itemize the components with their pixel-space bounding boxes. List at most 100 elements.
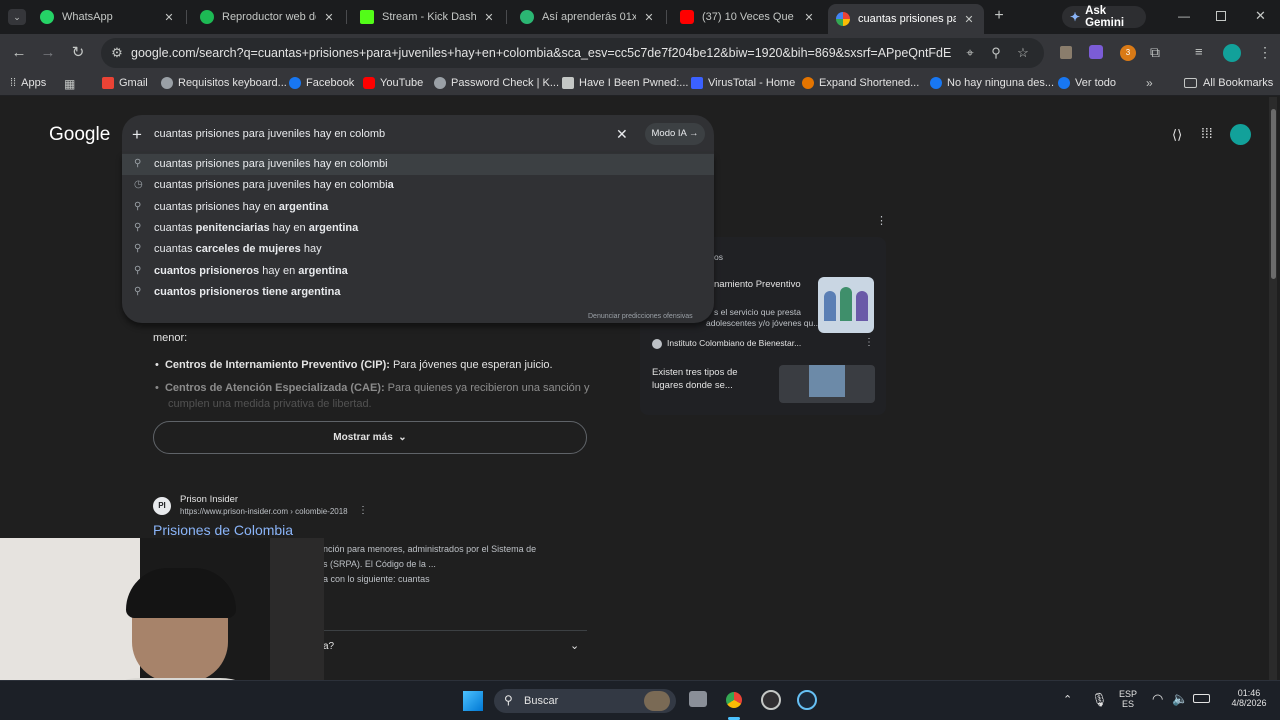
- close-icon[interactable]: ✕: [162, 11, 176, 24]
- suggestion-item[interactable]: ◷ cuantas prisiones para juveniles hay e…: [122, 175, 714, 196]
- google-apps-icon[interactable]: ⁞⁞⁞: [1201, 125, 1213, 141]
- extension-icon[interactable]: [1060, 46, 1072, 59]
- location-icon[interactable]: ⌖: [962, 45, 978, 61]
- language-indicator[interactable]: ESP ES: [1115, 689, 1141, 709]
- bookmark-youtube[interactable]: YouTube: [363, 77, 423, 89]
- bookmark-star-icon[interactable]: ☆: [1015, 45, 1031, 61]
- show-more-button[interactable]: Mostrar más ⌄: [153, 421, 587, 454]
- close-icon[interactable]: ✕: [962, 13, 976, 26]
- microphone-icon[interactable]: 🎙: [1091, 692, 1108, 708]
- modo-ia-button[interactable]: Modo IA →: [645, 123, 705, 145]
- suggestion-text: cuantas prisiones para juveniles hay en …: [154, 179, 388, 191]
- tab-google-search[interactable]: cuantas prisiones para ✕: [828, 4, 984, 34]
- extension-badge-icon[interactable]: 3: [1120, 45, 1136, 61]
- tab-youtube[interactable]: (37) 10 Veces Que Stre ✕: [672, 4, 824, 30]
- plus-icon[interactable]: +: [132, 125, 142, 145]
- restore-icon[interactable]: [1216, 11, 1226, 21]
- side-thumbnail-image[interactable]: [818, 277, 874, 333]
- bookmark-hibp[interactable]: Have I Been Pwned:...: [562, 77, 688, 89]
- site-name[interactable]: Prison Insider: [180, 494, 238, 505]
- tab-groups-icon[interactable]: ▦: [64, 77, 75, 91]
- address-bar[interactable]: ⚙ google.com/search?q=cuantas+prisiones+…: [101, 38, 1044, 68]
- puzzle-icon[interactable]: ⧉: [1150, 44, 1160, 61]
- tab-media-icon[interactable]: ≡: [1195, 44, 1203, 59]
- profile-avatar[interactable]: [1223, 44, 1241, 62]
- suggestion-item[interactable]: ⚲ cuantas carceles de mujeres hay: [122, 239, 714, 260]
- ask-gemini-button[interactable]: ✦ Ask Gemini: [1062, 5, 1146, 29]
- side-title-2a[interactable]: Existen tres tipos de: [652, 367, 738, 378]
- window-close-icon[interactable]: ✕: [1255, 8, 1266, 24]
- suggestion-item[interactable]: ⚲ cuantas prisiones para juveniles hay e…: [122, 154, 714, 175]
- bookmark-facebook[interactable]: Facebook: [289, 77, 354, 89]
- steam-taskbar-icon[interactable]: [797, 690, 817, 710]
- site-info-icon[interactable]: ⚙: [109, 45, 125, 61]
- side-title-1[interactable]: namiento Preventivo: [714, 279, 801, 290]
- tab-video[interactable]: Así aprenderás 01x06 ✕: [512, 4, 664, 30]
- translate-icon[interactable]: [1089, 45, 1103, 59]
- search-icon: ⚲: [134, 265, 142, 276]
- chrome-taskbar-icon[interactable]: [724, 690, 744, 710]
- chevron-up-icon[interactable]: ⌃: [1063, 693, 1072, 706]
- wifi-icon[interactable]: ◠: [1152, 691, 1163, 707]
- clear-icon[interactable]: ✕: [616, 126, 628, 143]
- reload-icon[interactable]: ↻: [68, 43, 88, 63]
- bookmark-apps[interactable]: ⁞⁞ Apps: [10, 77, 46, 89]
- tab-whatsapp[interactable]: WhatsApp ✕: [32, 4, 184, 30]
- bookmark-expand[interactable]: Expand Shortened...: [802, 77, 919, 89]
- chevron-right-icon[interactable]: »: [1146, 76, 1153, 90]
- site-url[interactable]: https://www.prison-insider.com › colombi…: [180, 507, 348, 516]
- more-options-icon[interactable]: ⋮: [358, 505, 368, 516]
- volume-icon[interactable]: 🔈: [1172, 691, 1188, 707]
- bookmark-keyboard[interactable]: Requisitos keyboard...: [161, 77, 287, 89]
- forward-arrow-icon[interactable]: →: [38, 43, 58, 63]
- tab-kick[interactable]: Stream - Kick Dashboa ✕: [352, 4, 504, 30]
- bullet-bold: Centros de Internamiento Preventivo (CIP…: [164, 359, 390, 371]
- google-logo[interactable]: Google: [49, 124, 110, 146]
- faq-question[interactable]: a?: [323, 641, 334, 652]
- report-predictions-link[interactable]: Denunciar predicciones ofensivas: [588, 313, 693, 320]
- search-box[interactable]: + cuantas prisiones para juveniles hay e…: [122, 115, 714, 155]
- tab-spotify[interactable]: Reproductor web de S ✕: [192, 4, 344, 30]
- scrollbar-thumb[interactable]: [1271, 109, 1276, 279]
- close-icon[interactable]: ✕: [642, 11, 656, 24]
- close-icon[interactable]: ✕: [482, 11, 496, 24]
- more-options-icon[interactable]: ⋮: [864, 337, 874, 348]
- more-options-icon[interactable]: ⋮: [876, 214, 887, 227]
- share-icon[interactable]: ⟨⟩: [1172, 127, 1182, 143]
- menu-icon[interactable]: ⋮: [1258, 44, 1272, 61]
- suggestion-item[interactable]: ⚲ cuantos prisioneros hay en argentina: [122, 261, 714, 282]
- clock[interactable]: 01:46 4/8/2026: [1224, 688, 1274, 708]
- side-thumbnail-image-2[interactable]: [779, 365, 875, 403]
- close-icon[interactable]: ✕: [802, 11, 816, 24]
- suggestion-item[interactable]: ⚲ cuantas prisiones hay en argentina: [122, 197, 714, 218]
- search-icon: ⚲: [504, 693, 513, 707]
- minimize-icon[interactable]: —: [1178, 9, 1192, 23]
- side-source[interactable]: Instituto Colombiano de Bienestar...: [667, 338, 801, 348]
- task-view-icon[interactable]: [689, 691, 707, 707]
- obs-taskbar-icon[interactable]: [761, 690, 781, 710]
- bookmark-password-check[interactable]: Password Check | K...: [434, 77, 559, 89]
- back-arrow-icon[interactable]: ←: [9, 43, 29, 63]
- bookmark-gmail[interactable]: Gmail: [102, 77, 148, 89]
- all-bookmarks[interactable]: All Bookmarks: [1184, 77, 1273, 89]
- bookmark-ver-todo[interactable]: Ver todo: [1058, 77, 1116, 89]
- taskbar-search[interactable]: ⚲ Buscar: [494, 689, 676, 713]
- account-avatar[interactable]: [1230, 124, 1251, 145]
- bookmark-facebook-2[interactable]: No hay ninguna des...: [930, 77, 1054, 89]
- suggestion-item[interactable]: ⚲ cuantas penitenciarias hay en argentin…: [122, 218, 714, 239]
- globe-icon: [161, 77, 173, 89]
- zoom-icon[interactable]: ⚲: [988, 45, 1004, 61]
- tab-search-icon[interactable]: ⌄: [8, 9, 26, 25]
- close-icon[interactable]: ✕: [322, 11, 336, 24]
- battery-icon[interactable]: [1193, 694, 1210, 703]
- tab-separator: [506, 10, 507, 24]
- search-input[interactable]: cuantas prisiones para juveniles hay en …: [154, 128, 385, 140]
- side-title-2b[interactable]: lugares donde se...: [652, 380, 733, 391]
- chevron-down-icon[interactable]: ⌄: [570, 639, 579, 652]
- bookmark-virustotal[interactable]: VirusTotal - Home: [691, 77, 795, 89]
- suggestion-item[interactable]: ⚲ cuantos prisioneros tiene argentina: [122, 282, 714, 303]
- new-tab-icon[interactable]: +: [990, 7, 1008, 25]
- result-title-link[interactable]: Prisiones de Colombia: [153, 522, 293, 538]
- taskbar-search-label: Buscar: [524, 695, 559, 707]
- windows-start-icon[interactable]: [463, 691, 483, 711]
